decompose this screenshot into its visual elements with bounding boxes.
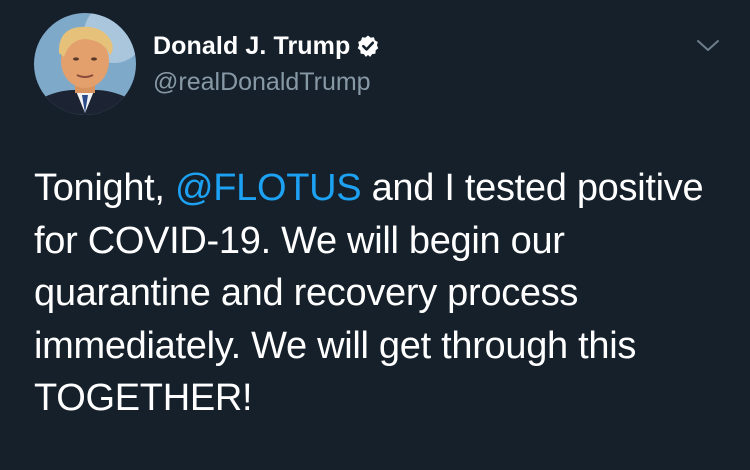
display-name[interactable]: Donald J. Trump <box>153 32 350 61</box>
avatar[interactable] <box>34 13 136 115</box>
mention-link[interactable]: @FLOTUS <box>175 167 362 209</box>
tweet-card: Donald J. Trump @realDonaldTrump Tonight… <box>0 0 750 470</box>
verified-badge-icon <box>356 34 380 58</box>
tweet-text: Tonight, @FLOTUS and I tested positive f… <box>34 162 734 425</box>
user-handle[interactable]: @realDonaldTrump <box>153 68 371 97</box>
avatar-image <box>34 13 136 115</box>
user-name-row: Donald J. Trump <box>153 30 380 62</box>
tweet-text-part: Tonight, <box>34 167 175 209</box>
chevron-down-icon[interactable] <box>696 36 720 56</box>
